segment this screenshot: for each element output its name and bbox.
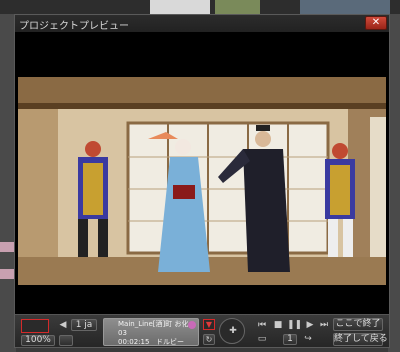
loop-button[interactable]: ↻ xyxy=(203,334,215,345)
control-bar: 100% ◀ 1 ja Main_Line[酒]町 お化... 03 00:02… xyxy=(15,314,389,347)
nav-pad[interactable]: ✚ xyxy=(219,318,245,344)
background-thumbnail xyxy=(215,0,260,14)
clip-color-tag xyxy=(188,321,196,329)
stop-icon[interactable]: ■ xyxy=(271,319,285,331)
frame-field-value: 1 xyxy=(287,334,293,344)
play-icon[interactable]: ▶ xyxy=(303,319,317,331)
finish-here-label: ここで終了 xyxy=(335,319,381,329)
volume-select[interactable]: 1 ja xyxy=(71,319,97,331)
skip-back-icon[interactable]: ⏮ xyxy=(255,319,269,331)
close-button[interactable]: ✕ xyxy=(365,16,387,30)
background-app-strip xyxy=(0,0,400,14)
pause-icon[interactable]: ❚❚ xyxy=(287,319,302,331)
frame-step-icon[interactable]: ▭ xyxy=(255,334,269,345)
zoom-value: 100% xyxy=(25,335,51,345)
background-thumbnail xyxy=(150,0,210,14)
volume-value: 1 ja xyxy=(75,320,93,330)
skip-forward-icon[interactable]: ⏭ xyxy=(317,319,331,331)
video-frame xyxy=(18,77,386,285)
frame-field[interactable]: 1 xyxy=(283,334,297,345)
audio-settings-button[interactable] xyxy=(59,335,73,346)
window-title: プロジェクトプレビュー xyxy=(19,21,129,32)
nav-pad-icon: ✚ xyxy=(229,326,237,336)
project-preview-window: プロジェクトプレビュー ✕ 100% ◀ 1 ja Main_Line[酒]町 … xyxy=(14,14,390,348)
finish-here-button[interactable]: ここで終了 xyxy=(333,318,383,331)
return-icon[interactable]: ↪ xyxy=(301,334,315,345)
clip-name: Main_Line[酒]町 お化... xyxy=(118,320,188,328)
clip-label: ドルビー xyxy=(156,338,184,346)
clip-timecode: 00:02:15 xyxy=(118,338,150,346)
clip-info-panel: Main_Line[酒]町 お化... 03 00:02:15 ドルビー xyxy=(103,318,199,346)
title-bar[interactable]: プロジェクトプレビュー ✕ xyxy=(15,15,389,32)
zoom-select[interactable]: 100% xyxy=(21,335,55,346)
marker-icon: ▼ xyxy=(205,320,213,329)
speaker-icon[interactable]: ◀ xyxy=(57,319,69,331)
close-icon: ✕ xyxy=(371,17,381,28)
marker-button[interactable]: ▼ xyxy=(203,319,215,330)
clip-field: 03 xyxy=(118,329,127,337)
finish-and-return-label: 終了して戻る xyxy=(334,334,388,344)
selection-button[interactable] xyxy=(21,319,49,333)
background-thumbnail xyxy=(300,0,390,14)
loop-icon: ↻ xyxy=(205,335,213,344)
video-preview[interactable] xyxy=(15,32,389,314)
video-frame-image xyxy=(18,77,386,285)
finish-and-return-button[interactable]: 終了して戻る xyxy=(333,333,388,346)
